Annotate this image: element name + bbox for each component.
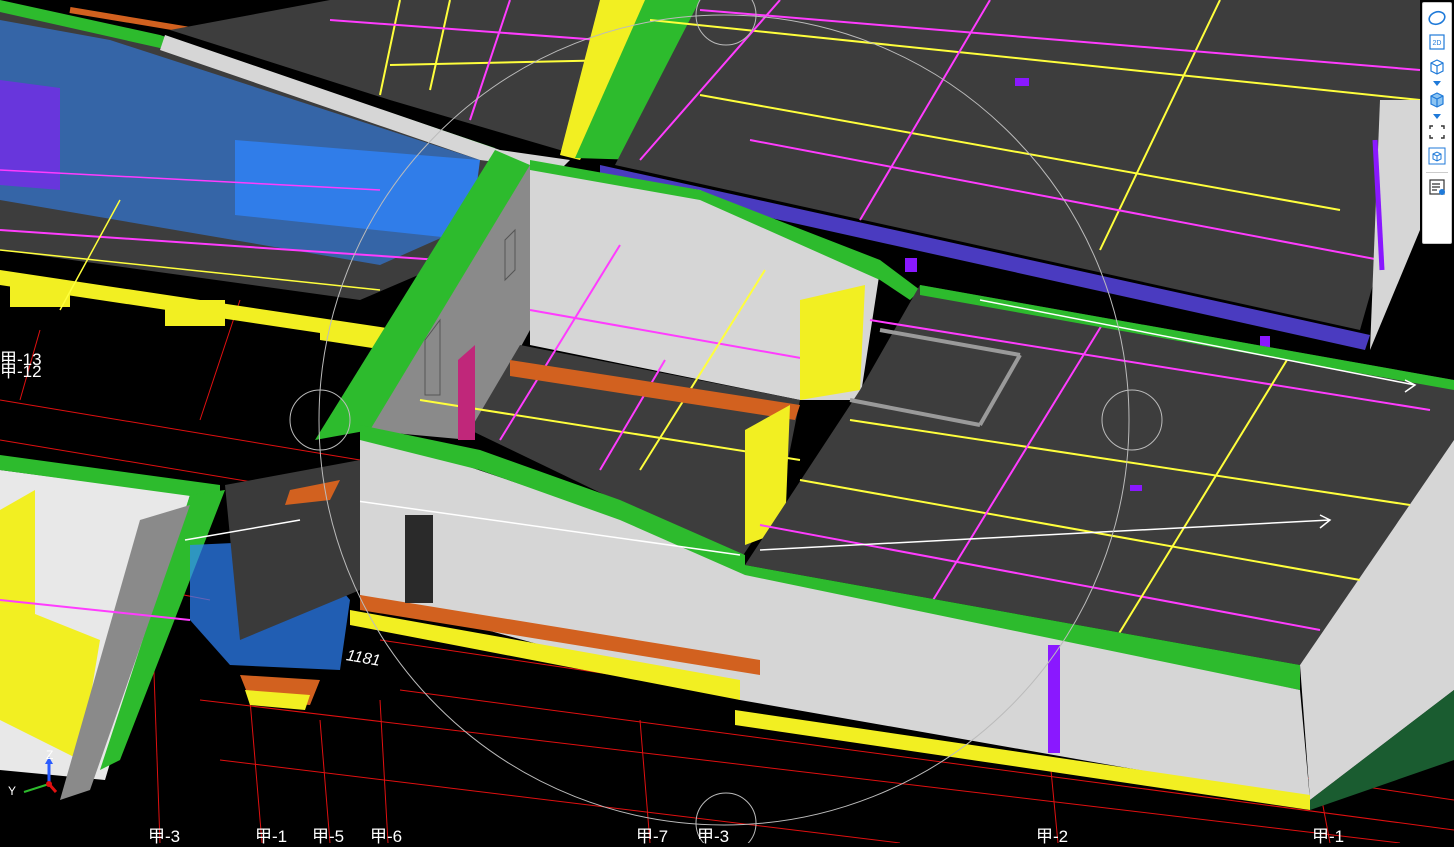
grid-label: 甲-12 <box>0 362 42 381</box>
left-lower-block <box>0 455 360 800</box>
view-2d-button[interactable]: 2D <box>1424 31 1450 53</box>
grid-label: 甲-5 <box>312 827 345 846</box>
view-cube-button[interactable] <box>1424 145 1450 167</box>
grid-label: 甲-2 <box>1036 827 1069 846</box>
grid-label: 甲-1 <box>255 827 288 846</box>
z-axis-label: Z <box>46 748 54 762</box>
view-3d-wire-button[interactable] <box>1424 55 1450 77</box>
model-viewport[interactable]: 甲-13 甲-12 甲-3 甲-1 甲-5 甲-6 甲-7 甲-3 甲-2 甲-… <box>0 0 1454 846</box>
grid-label: 甲-1 <box>1312 827 1345 846</box>
view-3d-solid-dropdown[interactable] <box>1424 112 1450 121</box>
view-toolbar: 2D <box>1422 2 1452 244</box>
bim-3d-scene[interactable] <box>0 0 1454 843</box>
y-axis-label: Y <box>8 784 17 798</box>
view-2d-icon: 2D <box>1429 34 1445 50</box>
view-2d-label: 2D <box>1433 40 1442 47</box>
grid-label: 甲-6 <box>370 827 403 846</box>
toolbar-divider <box>1426 172 1448 173</box>
properties-button[interactable] <box>1424 176 1450 198</box>
grid-label: 甲-3 <box>697 827 730 846</box>
grid-label: 甲-3 <box>148 827 181 846</box>
chevron-down-icon <box>1433 81 1441 86</box>
view-cube-icon <box>1428 147 1446 165</box>
view-3d-dropdown[interactable] <box>1424 79 1450 88</box>
orbit-icon <box>1428 10 1446 26</box>
view-3d-wire-icon <box>1430 59 1444 75</box>
view-3d-solid-icon <box>1430 92 1444 108</box>
grid-label: 甲-7 <box>636 827 669 846</box>
axis-gizmo: Z Y <box>4 748 64 804</box>
fit-view-button[interactable] <box>1424 121 1450 143</box>
view-3d-solid-button[interactable] <box>1424 88 1450 110</box>
chevron-down-icon <box>1433 114 1441 119</box>
fit-view-icon <box>1429 125 1445 139</box>
orbit-button[interactable] <box>1424 7 1450 29</box>
properties-icon <box>1429 179 1445 195</box>
